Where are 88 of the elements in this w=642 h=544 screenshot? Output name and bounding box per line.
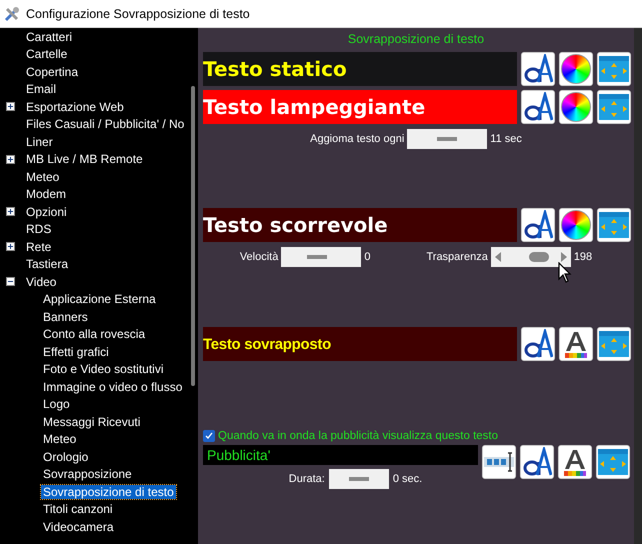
collapse-icon[interactable] [6,277,15,286]
slider[interactable] [407,129,488,149]
tree-item[interactable]: Copertina [24,64,80,79]
control-label: Aggioma testo ogni [310,133,404,145]
tree-item[interactable]: Messaggi Ricevuti [41,414,142,429]
tree-item[interactable]: Cartelle [24,47,70,62]
tree-item[interactable]: Foto e Video sostitutivi [41,362,166,376]
tree-item[interactable]: Sovrapposizione di testo [41,484,176,499]
expand-icon[interactable] [6,102,15,112]
tree-item[interactable]: Email [24,82,58,96]
tree-item[interactable]: Applicazione Esterna [41,292,158,306]
tree-item[interactable]: Titoli canzoni [41,502,115,516]
tree-item[interactable]: Opzioni [24,204,69,219]
panel-heading: Sovrapposizione di testo [346,31,486,48]
palette-button[interactable] [558,445,592,479]
tree-item[interactable]: Orologio [41,450,90,464]
tree-item[interactable]: Videocamera [41,520,116,534]
tree-item[interactable]: Immagine o video o flusso [41,380,184,394]
color-wheel-icon [561,92,591,122]
expand-icon[interactable] [6,154,15,164]
tree-item[interactable]: MB Live / MB Remote [24,152,145,166]
font-size-icon [523,210,553,240]
font-size-icon [523,54,553,84]
duration-label: Durata: [288,473,325,485]
tree-item[interactable]: Caratteri [24,30,74,44]
control-label: Trasparenza [426,251,488,263]
font-button[interactable] [521,90,555,124]
tree-item[interactable]: Banners [41,310,90,324]
position-icon [598,447,628,477]
color-button[interactable] [559,90,593,124]
text-preview: Testo statico [203,52,517,86]
expand-icon[interactable] [6,207,15,216]
value-label: 198 [574,251,592,263]
mouse-cursor-icon [558,262,572,284]
position-button[interactable] [597,208,631,242]
tree-item[interactable]: Meteo [41,432,78,446]
palette-button[interactable] [559,327,593,361]
font-button[interactable] [520,445,554,479]
value-label: 0 sec. [392,473,422,485]
expand-icon[interactable] [6,242,15,252]
position-icon [599,92,629,122]
text-preview: Testo sovrapposto [203,327,517,361]
slider[interactable] [281,247,362,267]
value-label: 0 [364,251,370,263]
window-title: Configurazione Sovrapposizione di testo [26,6,250,20]
color-button[interactable] [559,208,593,242]
color-wheel-icon [561,210,591,240]
tree-item[interactable]: Liner [24,134,55,149]
text-field[interactable]: Pubblicita' [203,445,478,465]
control-label: Velocità [240,251,278,263]
position-button[interactable] [597,52,631,86]
tree-item[interactable]: Conto alla rovescia [41,327,148,342]
tree-item[interactable]: Effetti grafici [41,344,111,359]
font-size-icon [522,447,552,477]
tree-item[interactable]: Logo [41,397,72,412]
position-button[interactable] [597,90,631,124]
font-button[interactable] [521,208,555,242]
tree-item[interactable]: Esportazione Web [24,100,126,114]
tree-item[interactable]: Meteo [24,170,62,184]
tools-icon [4,6,20,22]
font-button[interactable] [521,52,555,86]
tree-item[interactable]: Files Casuali / Pubblicita' / No [24,117,186,132]
tree-item[interactable]: RDS [24,222,54,236]
tree-item[interactable]: Modem [24,187,68,202]
tree-item[interactable]: Video [24,274,58,289]
text-preview: Testo lampeggiante [203,90,517,124]
position-button[interactable] [596,445,630,479]
checkbox-label[interactable]: Quando va in onda la pubblicità visualizza questo testo [218,430,498,442]
tree-item[interactable]: Tastiera [24,257,70,272]
font-size-icon [523,92,553,122]
text-button[interactable] [482,445,516,479]
tree-item[interactable]: Rete [24,240,54,254]
font-button[interactable] [521,327,555,361]
left-arrow-icon[interactable] [494,252,501,262]
font-size-icon [523,329,553,359]
position-icon [599,54,629,84]
color-button[interactable] [559,52,593,86]
position-button[interactable] [597,327,631,361]
slider[interactable] [328,469,389,489]
right-arrow-icon[interactable] [560,252,567,262]
tree-item[interactable]: Sovrapposizione [41,467,134,482]
scrollbar-slider[interactable] [490,247,571,267]
position-icon [599,210,629,240]
checkbox[interactable] [203,430,215,442]
text-preview: Testo scorrevole [203,208,517,242]
color-wheel-icon [561,54,591,84]
value-label: 11 sec [490,133,522,145]
position-icon [599,329,629,359]
